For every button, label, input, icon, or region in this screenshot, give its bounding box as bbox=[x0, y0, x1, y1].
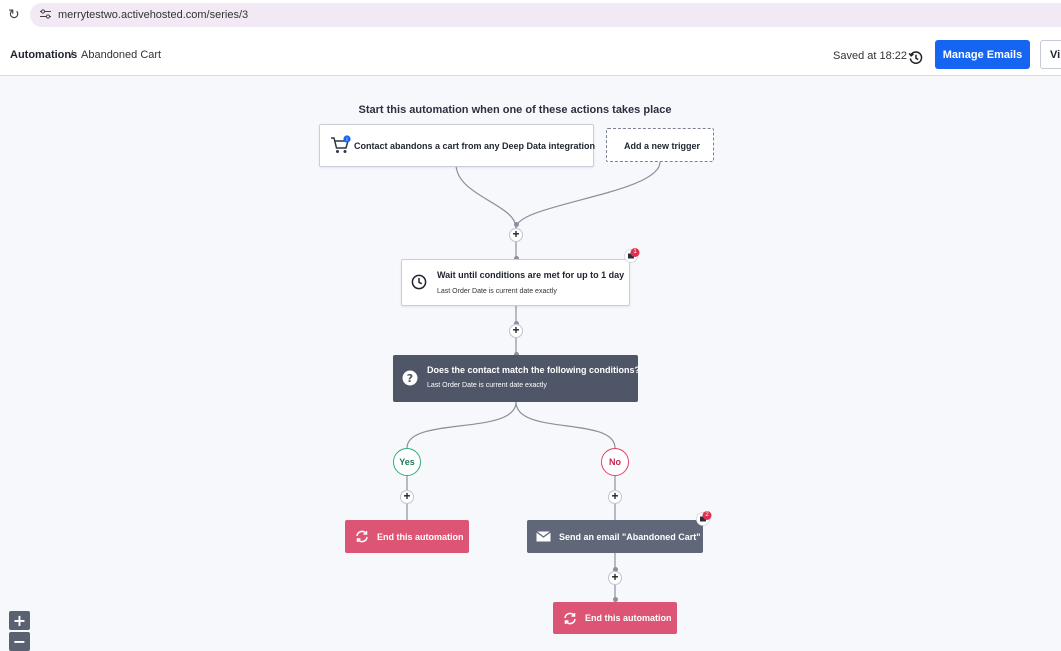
email-badge-count: 2 bbox=[705, 512, 709, 518]
no-branch-label: No bbox=[601, 448, 629, 476]
cart-icon: i bbox=[331, 135, 351, 153]
wait-badge-count: 1 bbox=[633, 249, 637, 255]
add-step-button[interactable]: + bbox=[400, 490, 414, 504]
breadcrumb-current: Abandoned Cart bbox=[81, 49, 162, 61]
end-label: End this automation bbox=[377, 532, 464, 542]
zoom-out-button[interactable]: − bbox=[9, 632, 30, 651]
view-button[interactable]: Vi bbox=[1040, 40, 1061, 69]
zoom-in-button[interactable]: + bbox=[9, 611, 30, 630]
reload-icon[interactable]: ↻ bbox=[8, 7, 22, 21]
trigger-card[interactable]: i Contact abandons a cart from any Deep … bbox=[319, 124, 596, 167]
history-icon[interactable] bbox=[908, 50, 923, 65]
manage-emails-button[interactable]: Manage Emails bbox=[935, 40, 1030, 69]
question-icon: ? bbox=[402, 370, 418, 386]
condition-subtitle: Last Order Date is current date exactly bbox=[427, 382, 547, 389]
trigger-heading: Start this automation when one of these … bbox=[358, 104, 672, 116]
wait-subtitle: Last Order Date is current date exactly bbox=[437, 288, 557, 295]
app-header: Automations / Abandoned Cart Saved at 18… bbox=[0, 30, 1061, 76]
svg-text:?: ? bbox=[407, 372, 413, 385]
add-trigger-button[interactable]: Add a new trigger bbox=[606, 128, 714, 162]
add-step-button[interactable]: + bbox=[509, 228, 523, 242]
breadcrumb-separator: / bbox=[70, 49, 74, 61]
saved-status: Saved at 18:22 bbox=[833, 50, 908, 62]
url-text[interactable]: merrytestwo.activehosted.com/series/3 bbox=[58, 9, 248, 21]
svg-text:i: i bbox=[346, 137, 347, 143]
automation-canvas[interactable]: Start this automation when one of these … bbox=[0, 76, 1061, 651]
wait-step-card[interactable]: Wait until conditions are met for up to … bbox=[401, 259, 630, 306]
envelope-icon bbox=[536, 531, 551, 542]
breadcrumb-automations[interactable]: Automations bbox=[10, 49, 77, 61]
email-label: Send an email "Abandoned Cart" bbox=[559, 532, 701, 542]
end-automation-card[interactable]: End this automation bbox=[345, 520, 469, 553]
end-icon bbox=[564, 612, 576, 625]
add-step-button[interactable]: + bbox=[608, 490, 622, 504]
add-step-button[interactable]: + bbox=[509, 324, 523, 338]
add-trigger-label: Add a new trigger bbox=[624, 141, 701, 151]
send-email-card[interactable]: Send an email "Abandoned Cart" bbox=[527, 520, 703, 553]
end-label: End this automation bbox=[585, 613, 672, 623]
site-settings-icon[interactable] bbox=[40, 9, 51, 19]
browser-bar: ↻ merrytestwo.activehosted.com/series/3 bbox=[0, 0, 1061, 30]
end-automation-card[interactable]: End this automation bbox=[553, 602, 677, 634]
wait-title: Wait until conditions are met for up to … bbox=[437, 270, 625, 280]
condition-title: Does the contact match the following con… bbox=[427, 365, 641, 375]
add-step-button[interactable]: + bbox=[608, 571, 622, 585]
condition-step-card[interactable]: ? Does the contact match the following c… bbox=[393, 355, 641, 402]
clock-icon bbox=[411, 274, 427, 290]
end-icon bbox=[356, 530, 368, 543]
trigger-label: Contact abandons a cart from any Deep Da… bbox=[354, 141, 596, 151]
yes-branch-label: Yes bbox=[393, 448, 421, 476]
